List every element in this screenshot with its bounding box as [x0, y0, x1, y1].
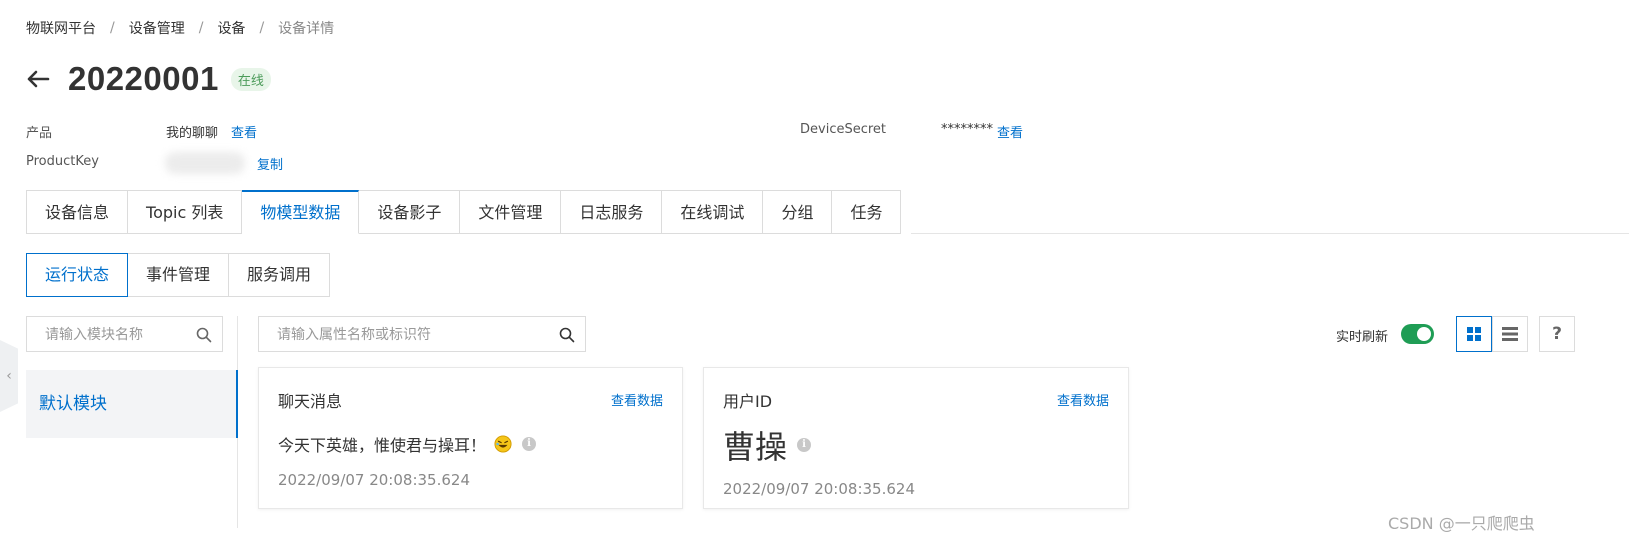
devicesecret-value: ********: [941, 122, 993, 137]
tab-device-info[interactable]: 设备信息: [26, 190, 129, 234]
card-value: 曹操: [723, 428, 788, 466]
breadcrumb-separator: /: [110, 20, 115, 36]
sub-tabs: 运行状态 事件管理 服务调用: [26, 253, 331, 297]
productkey-copy-link[interactable]: 复制: [257, 154, 283, 173]
tab-online-debug[interactable]: 在线调试: [662, 190, 764, 234]
module-item-default[interactable]: 默认模块: [26, 370, 238, 438]
productkey-label: ProductKey: [26, 154, 99, 169]
chevron-left-icon: ‹: [6, 368, 12, 384]
help-button[interactable]: ?: [1539, 316, 1575, 352]
page-title: 20220001: [68, 60, 219, 97]
property-search-placeholder: 请输入属性名称或标识符: [277, 327, 431, 343]
tab-file-management[interactable]: 文件管理: [460, 190, 562, 234]
product-view-link[interactable]: 查看: [231, 122, 257, 141]
property-card-user-id: 用户ID 查看数据 曹操 i 2022/09/07 20:08:35.624: [703, 367, 1129, 509]
realtime-refresh-label: 实时刷新: [1336, 330, 1389, 345]
grid-view-button[interactable]: [1456, 316, 1492, 352]
card-timestamp: 2022/09/07 20:08:35.624: [723, 480, 915, 498]
card-timestamp: 2022/09/07 20:08:35.624: [278, 471, 470, 489]
tabs-divider: [911, 233, 1629, 234]
info-icon[interactable]: i: [797, 438, 812, 452]
view-data-link[interactable]: 查看数据: [611, 390, 663, 409]
tab-topic-list[interactable]: Topic 列表: [128, 190, 243, 234]
card-title: 用户ID: [723, 392, 773, 411]
breadcrumb: 物联网平台 / 设备管理 / 设备 / 设备详情: [26, 18, 334, 38]
title-row: 20220001 在线: [26, 60, 271, 98]
sidebar-collapse-handle[interactable]: ‹: [0, 340, 18, 412]
breadcrumb-separator: /: [198, 20, 204, 36]
tab-log-service[interactable]: 日志服务: [561, 190, 663, 234]
breadcrumb-current: 设备详情: [278, 21, 335, 37]
toggle-knob: [1417, 327, 1431, 341]
breadcrumb-item-device-management[interactable]: 设备管理: [129, 18, 185, 38]
tab-thing-model-data[interactable]: 物模型数据: [242, 190, 360, 234]
devicesecret-label: DeviceSecret: [800, 122, 887, 137]
main-tabs: 设备信息 Topic 列表 物模型数据 设备影子 文件管理 日志服务 在线调试 …: [26, 190, 902, 234]
help-icon: ?: [1552, 324, 1562, 344]
realtime-refresh-toggle[interactable]: [1401, 324, 1434, 344]
module-search-placeholder: 请输入模块名称: [45, 327, 143, 343]
info-icon[interactable]: i: [522, 437, 537, 451]
product-label: 产品: [26, 126, 53, 141]
property-card-chat-message: 聊天消息 查看数据 今天下英雄，惟使君与操耳！ i 2022/09/07 20:…: [258, 367, 683, 509]
laughing-emoji-icon: [494, 435, 512, 453]
list-view-button[interactable]: [1492, 316, 1528, 352]
card-value-row: 今天下英雄，惟使君与操耳！ i: [278, 432, 537, 456]
module-search-input[interactable]: 请输入模块名称: [26, 316, 223, 352]
card-value: 今天下英雄，惟使君与操耳！: [278, 436, 487, 455]
breadcrumb-separator: /: [259, 20, 265, 36]
card-value-row: 曹操 i: [723, 422, 812, 468]
card-title: 聊天消息: [278, 392, 343, 411]
search-icon[interactable]: [559, 327, 575, 343]
status-badge: 在线: [230, 67, 271, 91]
breadcrumb-item-devices[interactable]: 设备: [217, 18, 245, 38]
property-search-input[interactable]: 请输入属性名称或标识符: [258, 316, 586, 352]
tab-device-shadow[interactable]: 设备影子: [359, 190, 461, 234]
subtab-running-status[interactable]: 运行状态: [26, 253, 129, 297]
back-arrow-icon[interactable]: [26, 66, 52, 92]
tab-task[interactable]: 任务: [832, 190, 902, 234]
tab-group[interactable]: 分组: [763, 190, 833, 234]
search-icon[interactable]: [196, 327, 212, 343]
watermark: CSDN @一只爬爬虫: [1388, 514, 1535, 533]
list-icon: [1502, 327, 1518, 341]
productkey-blurred-value: [165, 152, 245, 174]
product-value: 我的聊聊: [166, 126, 219, 141]
subtab-service-call[interactable]: 服务调用: [229, 253, 331, 297]
devicesecret-view-link[interactable]: 查看: [997, 122, 1023, 141]
grid-icon: [1467, 327, 1481, 341]
breadcrumb-item-platform[interactable]: 物联网平台: [26, 18, 96, 38]
view-data-link[interactable]: 查看数据: [1057, 390, 1109, 409]
subtab-event-management[interactable]: 事件管理: [128, 253, 230, 297]
